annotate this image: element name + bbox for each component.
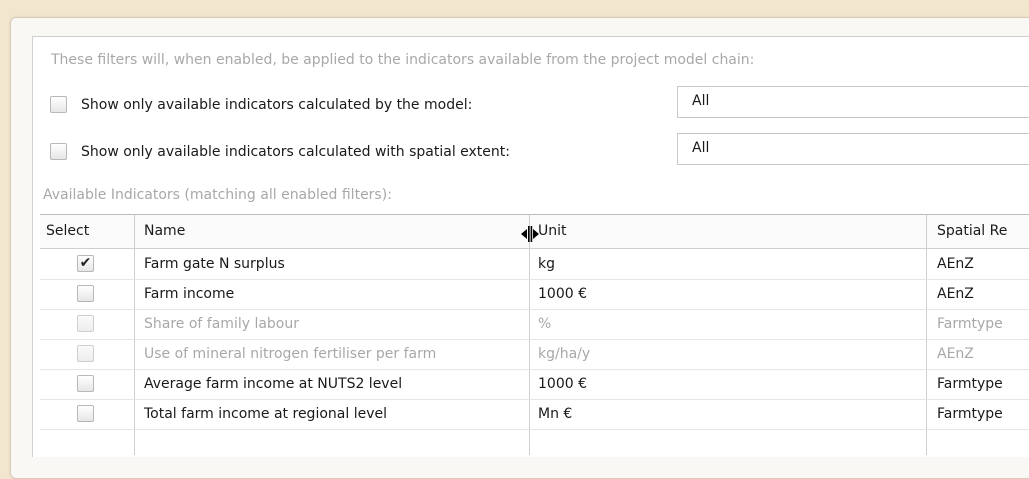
indicator-name: Share of family labour [144,316,300,332]
filters-intro-text: These filters will, when enabled, be app… [51,52,755,68]
indicator-select-checkbox[interactable]: ✔ [77,255,94,272]
indicator-name: Use of mineral nitrogen fertiliser per f… [144,346,437,362]
column-header-select[interactable]: Select [46,223,89,239]
indicator-row[interactable]: Farm income 1000 € AEnZ [40,279,1029,310]
indicator-row[interactable]: Use of mineral nitrogen fertiliser per f… [40,339,1029,370]
indicator-unit: 1000 € [538,376,587,392]
column-header-spatial[interactable]: Spatial Re [937,223,1007,239]
indicator-select-checkbox[interactable] [77,375,94,392]
spatial-filter-checkbox[interactable] [50,143,67,160]
indicator-spatial: Farmtype [937,316,1003,332]
indicator-select-checkbox[interactable] [77,315,94,332]
indicator-unit: Mn € [538,406,573,422]
column-header-name[interactable]: Name [144,223,185,239]
indicator-name: Farm income [144,286,235,302]
indicator-name: Total farm income at regional level [144,406,387,422]
spatial-filter-dropdown[interactable]: All [677,133,1029,165]
indicator-unit: % [538,316,552,332]
indicator-name: Farm gate N surplus [144,256,285,272]
indicator-row[interactable]: Share of family labour% Farmtype [40,309,1029,340]
model-filter-label: Show only available indicators calculate… [81,97,473,113]
indicator-unit: kg/ha/y [538,346,591,362]
indicator-row[interactable]: Total farm income at regional level Mn € F… [40,399,1029,430]
indicator-spatial: AEnZ [937,286,974,302]
model-filter-dropdown[interactable]: All [677,86,1029,118]
indicator-name: Average farm income at NUTS2 level [144,376,403,392]
indicator-spatial: Farmtype [937,406,1003,422]
indicator-spatial: AEnZ [937,256,974,272]
indicator-spatial: AEnZ [937,346,974,362]
indicator-unit: 1000 € [538,286,587,302]
indicator-select-checkbox[interactable] [77,405,94,422]
spatial-filter-label: Show only available indicators calculate… [81,144,510,160]
indicator-unit: kg [538,256,555,272]
available-indicators-caption: Available Indicators (matching all enabl… [43,187,392,203]
indicator-select-checkbox[interactable] [77,345,94,362]
column-header-unit[interactable]: Unit [538,223,567,239]
indicator-row[interactable]: ✔ Farm gate N surplus kg AEnZ [40,249,1029,280]
indicator-spatial: Farmtype [937,376,1003,392]
indicators-grid: Select Name Unit Spatial Re ✔ Farm gate N… [40,214,1029,455]
column-resize-cursor-icon [521,226,539,242]
indicator-select-checkbox[interactable] [77,285,94,302]
model-filter-checkbox[interactable] [50,96,67,113]
indicator-row[interactable]: Average farm income at NUTS2 level 1000 €… [40,369,1029,400]
